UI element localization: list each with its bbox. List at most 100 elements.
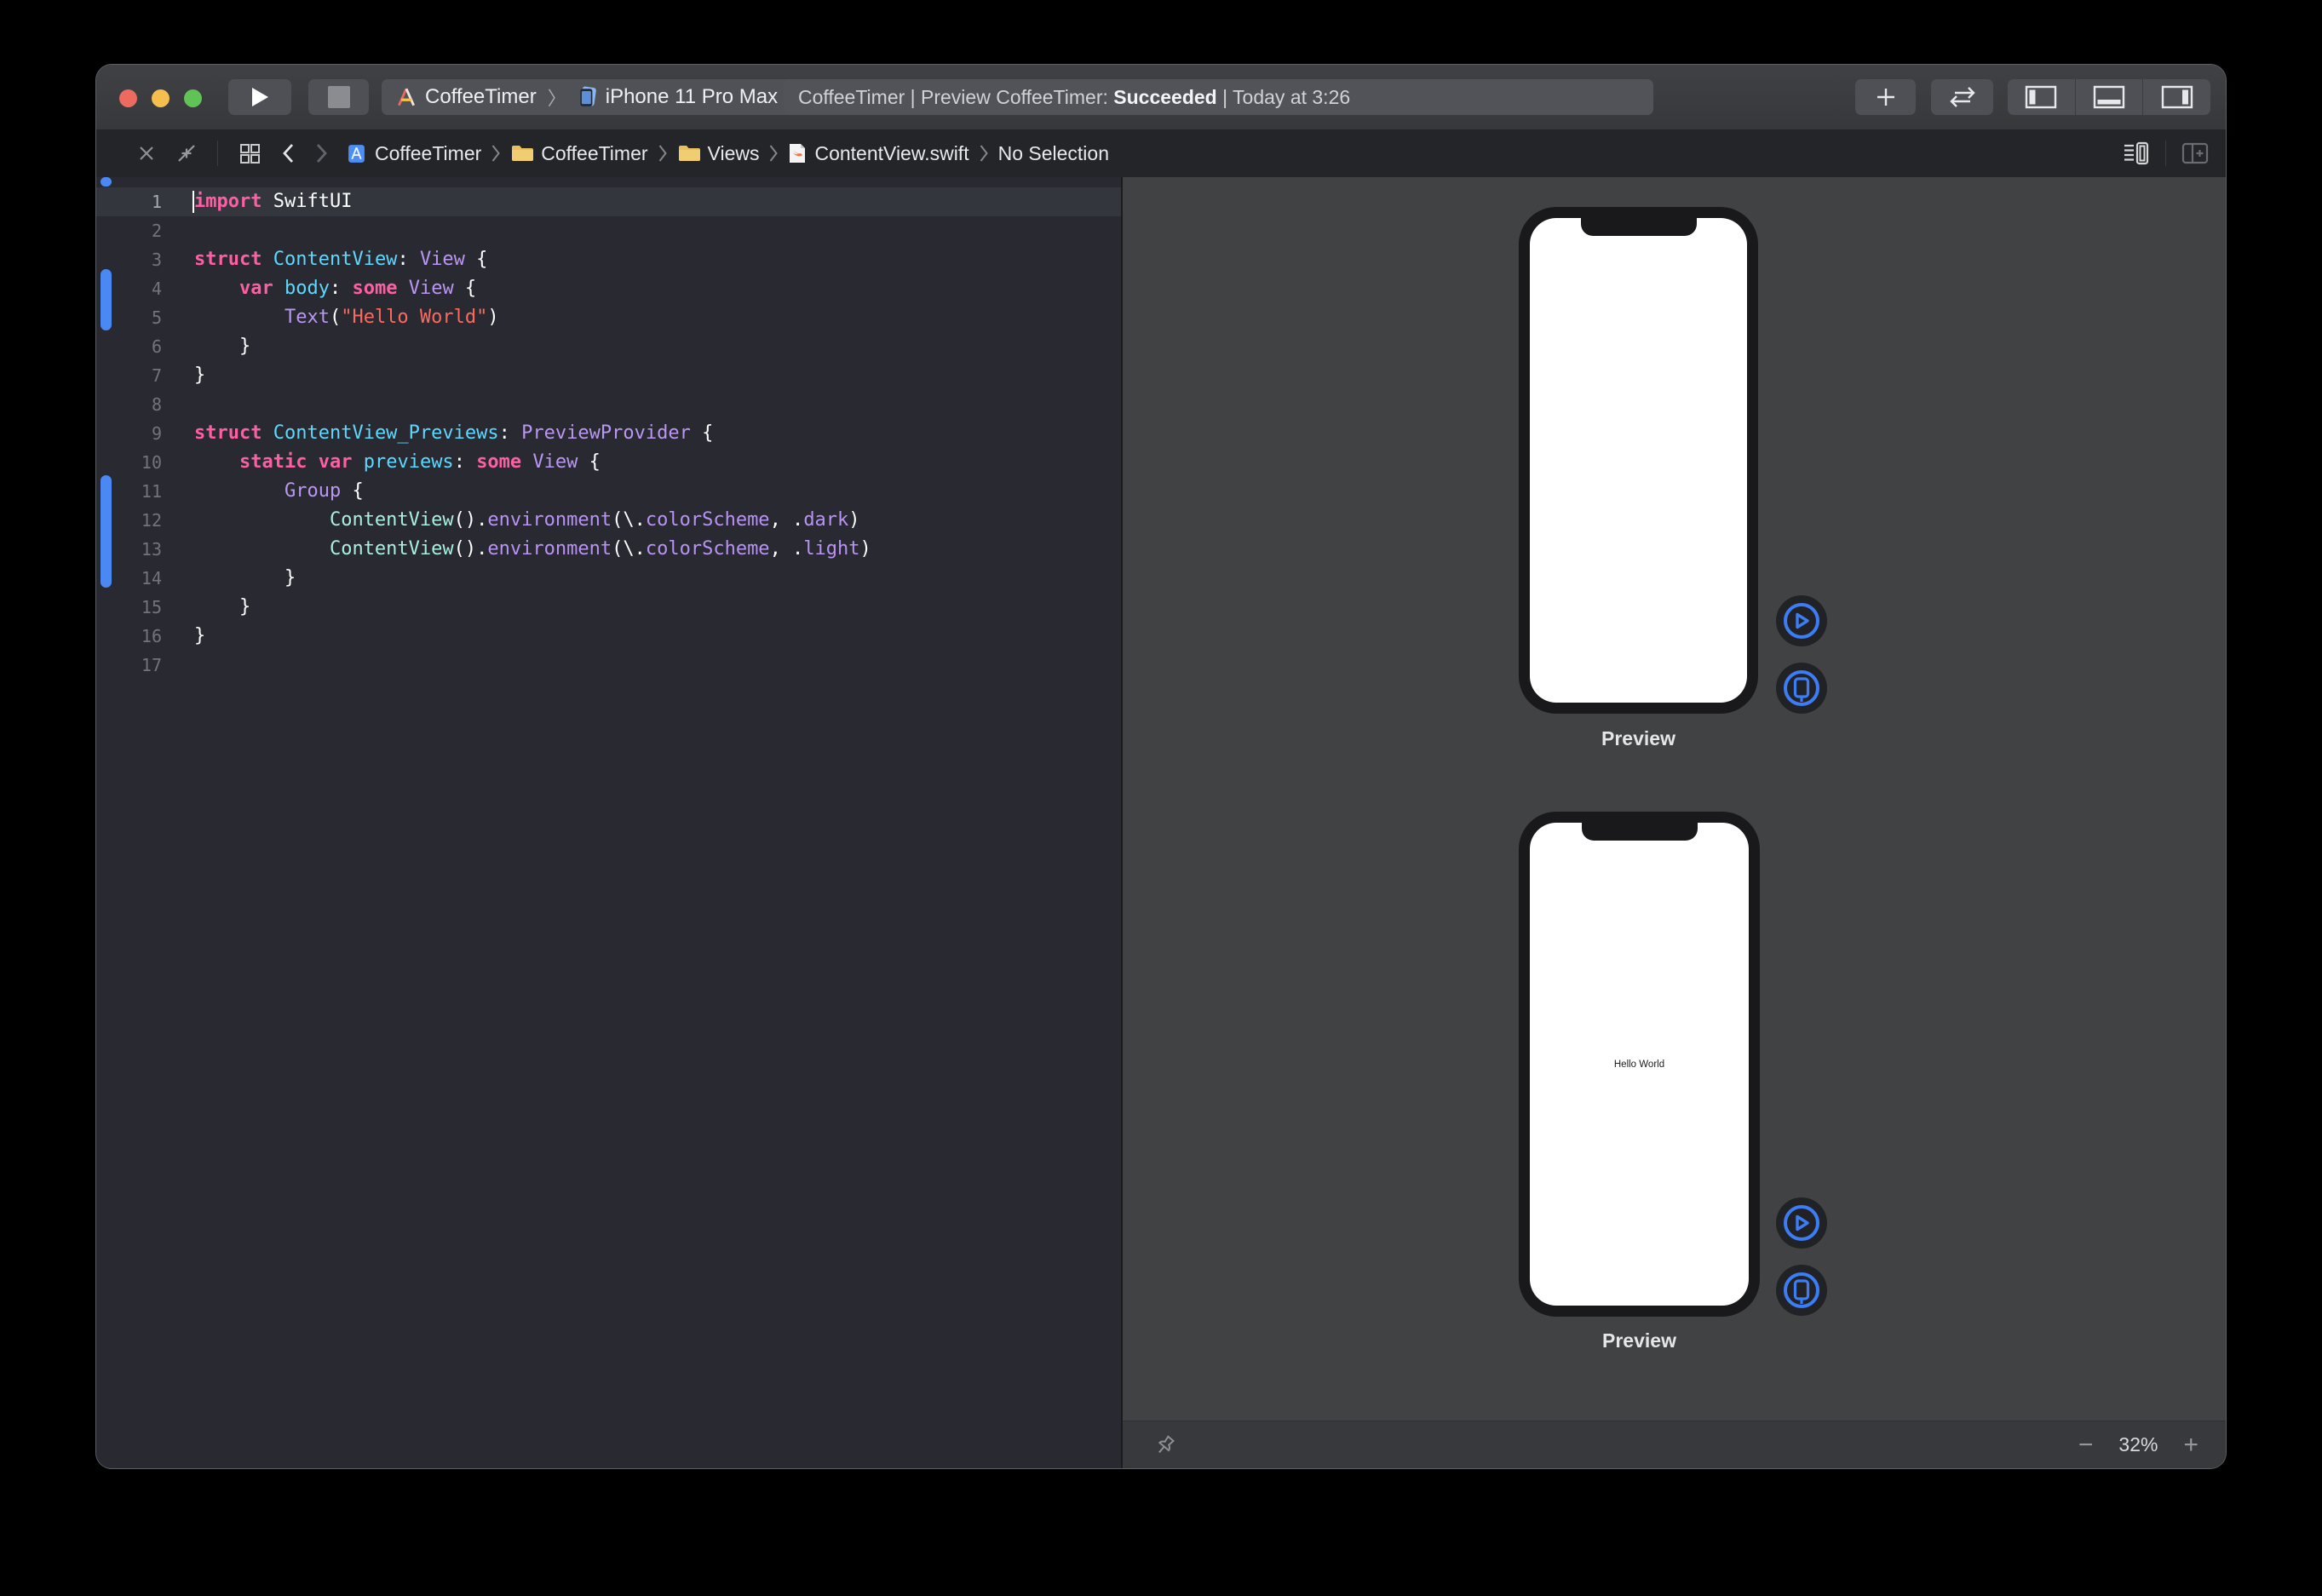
- go-forward-icon[interactable]: [315, 142, 329, 164]
- line-number: 17: [96, 651, 162, 680]
- line-number: 6: [96, 332, 162, 361]
- code-line[interactable]: 11 Group {: [96, 477, 1121, 506]
- code-line[interactable]: 5 Text("Hello World"): [96, 303, 1121, 332]
- device-screen: Hello World: [1530, 823, 1749, 1306]
- plus-icon: [1874, 85, 1898, 109]
- code-text: Text("Hello World"): [162, 303, 499, 332]
- code-line[interactable]: 1import SwiftUI: [96, 187, 1121, 216]
- left-panel-icon: [2025, 85, 2057, 109]
- run-button[interactable]: [228, 79, 291, 115]
- toggle-inspector-panel-button[interactable]: [2142, 79, 2210, 115]
- breadcrumb-item[interactable]: Views: [677, 142, 760, 165]
- zoom-window-button[interactable]: [184, 89, 202, 107]
- breadcrumb-label: ContentView.swift: [814, 142, 968, 165]
- swap-arrows-icon: [1948, 86, 1977, 108]
- toggle-debug-panel-button[interactable]: [2075, 79, 2143, 115]
- destination-device-icon: [578, 86, 598, 108]
- code-line[interactable]: 2: [96, 216, 1121, 245]
- code-text: import SwiftUI: [162, 187, 352, 216]
- go-back-icon[interactable]: [281, 142, 295, 164]
- stop-button[interactable]: [308, 79, 369, 115]
- scheme-project-name: CoffeeTimer: [425, 85, 537, 109]
- change-bar[interactable]: [101, 177, 112, 187]
- add-editor-icon[interactable]: [2181, 141, 2209, 165]
- code-text: static var previews: some View {: [162, 448, 601, 477]
- change-bar[interactable]: [101, 269, 112, 330]
- related-items-icon[interactable]: [239, 142, 261, 164]
- code-text: ContentView().environment(\.colorScheme,…: [162, 535, 871, 564]
- device-notch: [1582, 823, 1698, 841]
- preview-label: Preview: [1519, 1329, 1760, 1352]
- live-preview-button[interactable]: [1776, 1197, 1827, 1249]
- scheme-selector[interactable]: CoffeeTimer 〉 iPhone 11 Pro Max: [382, 79, 802, 115]
- source-editor[interactable]: 1import SwiftUI23struct ContentView: Vie…: [96, 177, 1121, 1468]
- jump-bar-controls: [96, 141, 329, 166]
- code-review-button[interactable]: [1931, 79, 1993, 115]
- code-text: [162, 651, 194, 680]
- panel-toggles: [2008, 79, 2210, 115]
- pin-preview-button[interactable]: [1153, 1433, 1177, 1457]
- preview-on-device-button[interactable]: [1776, 663, 1827, 714]
- editor-options-icon[interactable]: [2123, 141, 2150, 166]
- breadcrumb-label: CoffeeTimer: [541, 142, 647, 165]
- code-line[interactable]: 16}: [96, 622, 1121, 651]
- device-preview[interactable]: Hello World: [1519, 812, 1760, 1317]
- code-line[interactable]: 12 ContentView().environment(\.colorSche…: [96, 506, 1121, 535]
- code-text: var body: some View {: [162, 274, 476, 303]
- code-line[interactable]: 7}: [96, 361, 1121, 390]
- code-line[interactable]: 3struct ContentView: View {: [96, 245, 1121, 274]
- breadcrumb: CoffeeTimer CoffeeTimer Views ContentView.s…: [346, 142, 1109, 165]
- right-panel-icon: [2161, 85, 2193, 109]
- play-circle-icon: [1783, 1204, 1820, 1242]
- zoom-out-button[interactable]: −: [2078, 1432, 2094, 1458]
- device-preview[interactable]: [1519, 207, 1758, 714]
- code-line[interactable]: 9struct ContentView_Previews: PreviewPro…: [96, 419, 1121, 448]
- code-text: }: [162, 564, 296, 593]
- breadcrumb-item[interactable]: CoffeeTimer: [510, 142, 647, 165]
- folder-icon: [510, 144, 533, 163]
- scheme-destination-name: iPhone 11 Pro Max: [606, 85, 778, 109]
- close-editor-icon[interactable]: [137, 144, 156, 163]
- line-number: 2: [96, 216, 162, 245]
- status-emphasis: Succeeded: [1113, 86, 1216, 108]
- preview-label: Preview: [1519, 727, 1758, 750]
- code-line[interactable]: 10 static var previews: some View {: [96, 448, 1121, 477]
- zoom-in-button[interactable]: +: [2183, 1432, 2198, 1458]
- code-line[interactable]: 15 }: [96, 593, 1121, 622]
- code-line[interactable]: 14 }: [96, 564, 1121, 593]
- line-number: 15: [96, 593, 162, 622]
- code-line[interactable]: 6 }: [96, 332, 1121, 361]
- breadcrumb-item[interactable]: CoffeeTimer: [346, 142, 481, 165]
- code-text: }: [162, 593, 250, 622]
- code-text: [162, 390, 194, 419]
- code-text: struct ContentView: View {: [162, 245, 487, 274]
- zoom-controls: − 32% +: [2078, 1432, 2198, 1458]
- preview-on-device-button[interactable]: [1776, 1265, 1827, 1316]
- canvas-bottom-bar: − 32% +: [1123, 1421, 2226, 1468]
- project-scheme-icon: [395, 86, 417, 108]
- line-number: 9: [96, 419, 162, 448]
- code-text: ContentView().environment(\.colorScheme,…: [162, 506, 860, 535]
- code-line[interactable]: 8: [96, 390, 1121, 419]
- minimize-editor-icon[interactable]: [176, 143, 197, 164]
- code-line[interactable]: 4 var body: some View {: [96, 274, 1121, 303]
- swift-file-icon: [788, 142, 807, 164]
- code-text: struct ContentView_Previews: PreviewProv…: [162, 419, 713, 448]
- play-icon: [250, 86, 270, 108]
- live-preview-button[interactable]: [1776, 595, 1827, 646]
- breadcrumb-item[interactable]: No Selection: [998, 142, 1109, 165]
- close-window-button[interactable]: [119, 89, 137, 107]
- breadcrumb-item[interactable]: ContentView.swift: [788, 142, 968, 165]
- activity-status-bar: CoffeeTimer | Preview CoffeeTimer: Succe…: [784, 79, 1653, 115]
- change-bar[interactable]: [101, 475, 112, 588]
- code-line[interactable]: 17: [96, 651, 1121, 680]
- code-line[interactable]: 13 ContentView().environment(\.colorSche…: [96, 535, 1121, 564]
- window-controls: [119, 89, 202, 107]
- device-circle-icon: [1783, 669, 1820, 707]
- minimize-window-button[interactable]: [152, 89, 170, 107]
- toggle-navigator-panel-button[interactable]: [2008, 79, 2075, 115]
- library-button[interactable]: [1855, 79, 1916, 115]
- device-screen: [1530, 218, 1747, 703]
- code-area: 1import SwiftUI23struct ContentView: Vie…: [96, 187, 1121, 680]
- scheme-chevron: 〉: [548, 83, 566, 111]
